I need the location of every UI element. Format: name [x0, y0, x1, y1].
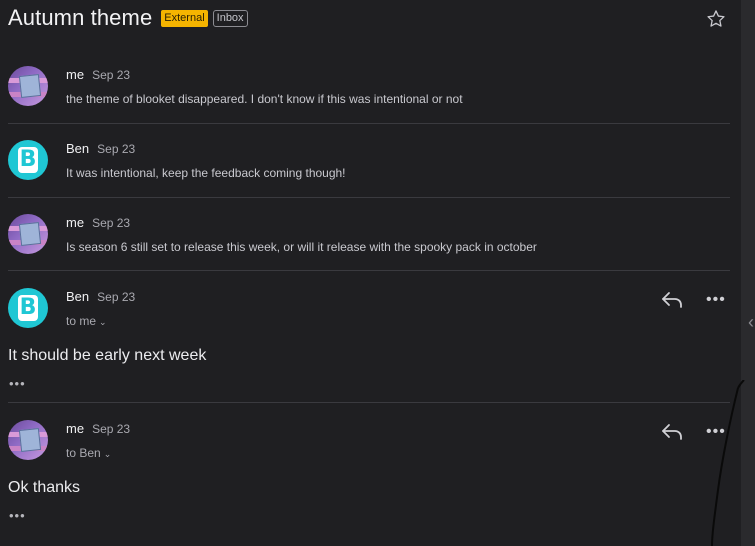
- show-trimmed-content-button[interactable]: •••: [9, 508, 26, 523]
- recipient-label: to me: [66, 314, 97, 328]
- avatar-letter: B: [18, 295, 38, 321]
- message-date: Sep 23: [97, 142, 136, 156]
- reply-icon[interactable]: [660, 422, 684, 442]
- sender-name: me Sep 23: [66, 421, 130, 436]
- more-options-button[interactable]: •••: [706, 292, 726, 308]
- message-date: Sep 23: [92, 68, 131, 82]
- avatar[interactable]: B: [8, 288, 48, 328]
- reply-icon[interactable]: [660, 290, 684, 310]
- sender-name: me Sep 23: [66, 67, 130, 82]
- sender-name: Ben Sep 23: [66, 141, 135, 156]
- message-collapsed[interactable]: me Sep 23 the theme of blooket disappeare…: [0, 60, 730, 120]
- recipient-details-toggle[interactable]: to me ⌄: [66, 314, 107, 328]
- message-body: It should be early next week: [8, 347, 207, 364]
- inbox-label[interactable]: Inbox: [212, 9, 248, 27]
- sender-label: me: [66, 215, 85, 230]
- email-thread-view: ‹ Autumn theme External Inbox me Sep 23 t…: [0, 0, 755, 546]
- divider: [8, 197, 730, 198]
- message-collapsed[interactable]: B Ben Sep 23 It was intentional, keep the…: [0, 134, 730, 194]
- message-snippet: the theme of blooket disappeared. I don'…: [66, 92, 463, 106]
- message-expanded: me Sep 23 to Ben ⌄ ••• Ok thanks •••: [0, 414, 730, 534]
- message-date: Sep 23: [92, 216, 131, 230]
- external-badge: External: [161, 9, 208, 27]
- sender-name: me Sep 23: [66, 215, 130, 230]
- sender-label: me: [66, 67, 85, 82]
- divider: [8, 402, 730, 403]
- message-snippet: Is season 6 still set to release this we…: [66, 240, 537, 254]
- chevron-down-icon: ⌄: [103, 449, 112, 459]
- recipient-label: to Ben: [66, 446, 101, 460]
- message-body: Ok thanks: [8, 479, 81, 496]
- divider: [8, 123, 730, 124]
- recipient-details-toggle[interactable]: to Ben ⌄: [66, 446, 111, 460]
- chevron-down-icon: ⌄: [99, 317, 107, 327]
- message-snippet: It was intentional, keep the feedback co…: [66, 166, 346, 180]
- message-collapsed[interactable]: me Sep 23 Is season 6 still set to releas…: [0, 208, 730, 268]
- show-trimmed-content-button[interactable]: •••: [9, 376, 26, 391]
- avatar: [8, 66, 48, 106]
- divider: [8, 270, 730, 271]
- avatar: B: [8, 140, 48, 180]
- sender-name: Ben Sep 23: [66, 289, 135, 304]
- chevron-left-icon[interactable]: ‹: [748, 312, 754, 333]
- sender-label: Ben: [66, 141, 90, 156]
- message-date: Sep 23: [92, 422, 131, 436]
- thread-subject: Autumn theme: [8, 5, 153, 30]
- sender-label: me: [66, 421, 85, 436]
- message-date: Sep 23: [97, 290, 136, 304]
- sender-label: Ben: [66, 289, 90, 304]
- message-expanded: B Ben Sep 23 to me ⌄ ••• It should be earl…: [0, 282, 730, 397]
- thread-header: Autumn theme External Inbox: [8, 2, 248, 34]
- avatar: [8, 214, 48, 254]
- star-icon[interactable]: [705, 8, 727, 30]
- pen-scribble-mark: [711, 380, 745, 546]
- avatar[interactable]: [8, 420, 48, 460]
- avatar-letter: B: [18, 147, 38, 173]
